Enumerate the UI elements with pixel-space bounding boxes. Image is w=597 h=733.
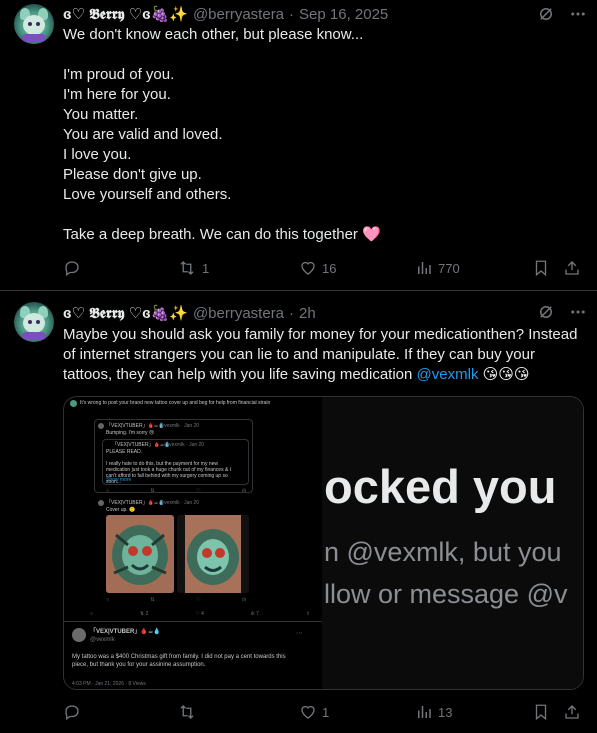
tattoo-photo-1 xyxy=(106,515,174,593)
separator-dot: · xyxy=(289,5,295,23)
reply-button[interactable] xyxy=(63,259,86,277)
like-count: 1 xyxy=(322,704,330,720)
repost-icon xyxy=(177,259,197,277)
avatar[interactable] xyxy=(14,4,54,44)
heart-icon xyxy=(299,259,317,277)
grok-icon[interactable] xyxy=(536,4,556,24)
share-icon xyxy=(563,259,581,277)
bookmark-icon xyxy=(533,259,549,277)
repost-button[interactable]: 1 xyxy=(177,259,209,277)
quote-line: It's wrong to post your brand new tattoo… xyxy=(80,400,271,406)
views-button[interactable]: 13 xyxy=(415,703,452,721)
display-name[interactable]: ɞ♡ 𝕭𝖊𝖗𝖗𝖞 ♡ɞ🍇✨ xyxy=(63,304,188,322)
screenshot-left: It's wrong to post your brand new tattoo… xyxy=(64,397,322,689)
like-count: 16 xyxy=(322,260,337,276)
mini-stats-row: ○ ⇅ ♡ ılı xyxy=(106,488,246,494)
timestamp[interactable]: 2h xyxy=(299,305,316,322)
heart-icon xyxy=(299,703,317,721)
mini-stats-row: ○ ⇅ ♡ ılı xyxy=(106,597,246,603)
handle[interactable]: @berryastera xyxy=(193,6,284,23)
bookmark-button[interactable] xyxy=(533,703,549,721)
views-button[interactable]: 770 xyxy=(415,259,460,277)
repost-count: 1 xyxy=(202,260,210,276)
mini-avatar xyxy=(72,628,86,642)
more-icon[interactable] xyxy=(568,302,588,322)
timestamp[interactable]: Sep 16, 2025 xyxy=(299,6,388,23)
like-button[interactable]: 1 xyxy=(299,703,329,721)
mini-stats-row: ○ ⇅ 2 ♡ 4 ılı 7 ⇪ xyxy=(90,611,310,617)
mini-avatar xyxy=(98,500,104,506)
reply-button[interactable] xyxy=(63,703,86,721)
more-icon[interactable] xyxy=(568,4,588,24)
share-icon xyxy=(563,703,581,721)
like-button[interactable]: 16 xyxy=(299,259,336,277)
mini-avatar xyxy=(70,400,77,407)
repost-button[interactable] xyxy=(177,703,202,721)
share-button[interactable] xyxy=(563,259,581,277)
display-name[interactable]: ɞ♡ 𝕭𝖊𝖗𝖗𝖞 ♡ɞ🍇✨ xyxy=(63,5,188,23)
reply-icon xyxy=(63,259,81,277)
grok-icon[interactable] xyxy=(536,302,556,322)
views-icon xyxy=(415,259,433,277)
view-count: 13 xyxy=(438,704,453,720)
bookmark-button[interactable] xyxy=(533,259,549,277)
media-image[interactable]: It's wrong to post your brand new tattoo… xyxy=(63,396,584,690)
tattoo-photo-2 xyxy=(177,515,249,593)
views-icon xyxy=(415,703,433,721)
divider xyxy=(64,621,322,622)
separator-dot: · xyxy=(289,304,295,322)
mini-avatar xyxy=(98,423,104,429)
post-1[interactable]: ɞ♡ 𝕭𝖊𝖗𝖗𝖞 ♡ɞ🍇✨ @berryastera · Sep 16, 202… xyxy=(0,0,597,290)
share-button[interactable] xyxy=(563,703,581,721)
post-text: We don't know each other, but please kno… xyxy=(63,26,381,243)
view-count: 770 xyxy=(438,260,460,276)
post-text: Maybe you should ask you family for mone… xyxy=(63,326,582,383)
handle[interactable]: @berryastera xyxy=(193,305,284,322)
bookmark-icon xyxy=(533,703,549,721)
avatar[interactable] xyxy=(14,302,54,342)
reply-icon xyxy=(63,703,81,721)
repost-icon xyxy=(177,703,197,721)
mention-link[interactable]: @vexmlk xyxy=(417,366,479,383)
screenshot-right: ocked you n @vexmlk, but you llow or mes… xyxy=(322,397,583,689)
mini-more-icon: ⋯ xyxy=(296,630,303,637)
